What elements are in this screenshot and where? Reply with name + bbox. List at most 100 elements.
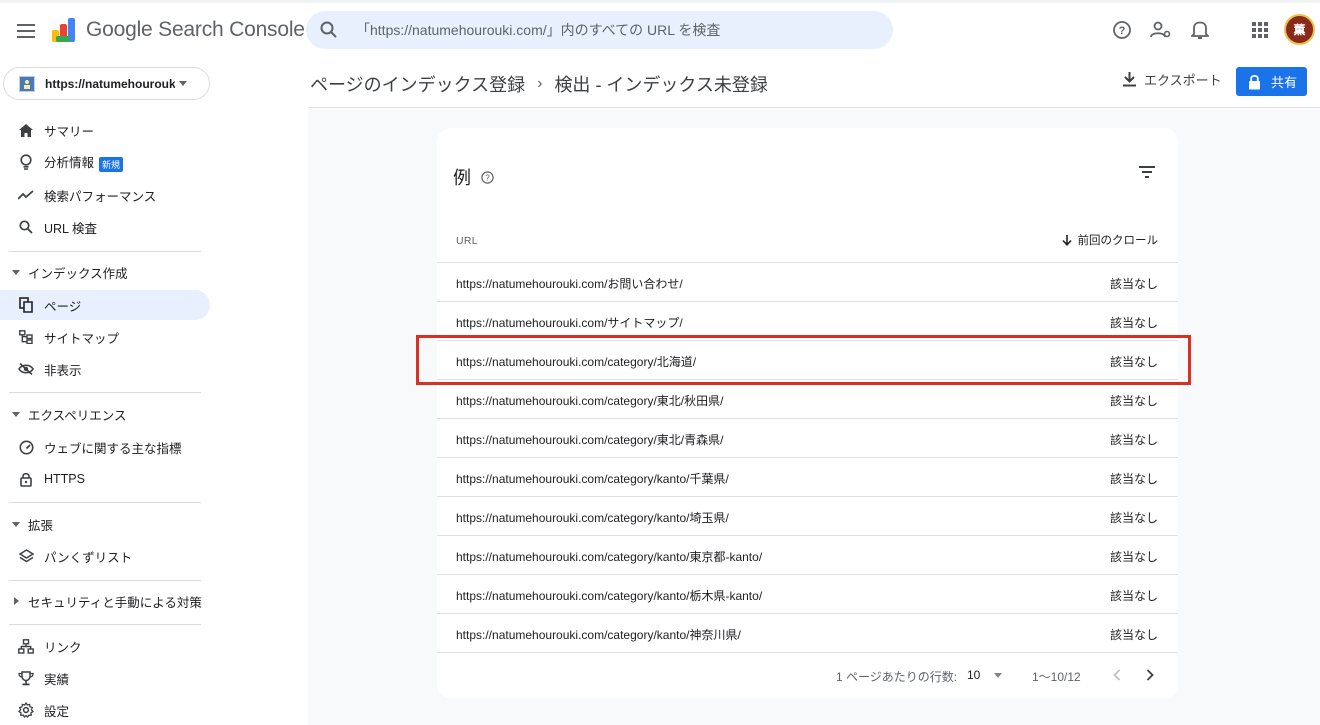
account-avatar[interactable]: 薫 — [1284, 14, 1315, 45]
chevron-down-icon — [994, 672, 1003, 678]
help-icon[interactable]: ? — [481, 170, 494, 184]
table-row[interactable]: https://natumehourouki.com/category/kant… — [437, 536, 1178, 575]
sidebar-item-removals[interactable]: 非表示 — [0, 354, 210, 384]
page-header: ページのインデックス登録 › 検出 - インデックス未登録 エクスポート 共有 — [308, 62, 1320, 108]
sidebar-item-label: 分析情報 — [44, 156, 95, 171]
page-range: 1〜10/12 — [1032, 670, 1081, 684]
column-header-last-crawl[interactable]: 前回のクロール — [1061, 232, 1159, 248]
section-label: 拡張 — [28, 518, 54, 533]
home-icon — [17, 121, 35, 139]
apps-grid-icon — [1252, 22, 1268, 38]
sidebar-item-links[interactable]: リンク — [0, 631, 210, 661]
column-header-url[interactable]: URL — [456, 235, 478, 247]
trending-icon — [17, 186, 35, 204]
sitemap-icon — [17, 328, 35, 346]
sidebar-item-sitemaps[interactable]: サイトマップ — [0, 322, 210, 352]
search-icon — [320, 21, 338, 39]
main-menu-button[interactable] — [13, 18, 39, 44]
property-selector[interactable]: https://natumehourouki... — [3, 67, 210, 100]
table-row[interactable]: https://natumehourouki.com/category/北海道/… — [437, 341, 1178, 380]
sidebar-item-label: 検索パフォーマンス — [44, 189, 157, 204]
sidebar-item-settings[interactable]: 設定 — [0, 695, 210, 725]
eye-off-icon — [17, 360, 35, 378]
sidebar-item-label: 非表示 — [44, 363, 82, 378]
sidebar-item-breadcrumbs[interactable]: パンくずリスト — [0, 541, 210, 571]
card-title: 例 ? — [453, 164, 494, 190]
site-favicon-icon — [19, 75, 35, 92]
sidebar-item-insights[interactable]: 分析情報 新規 — [0, 147, 210, 177]
breadcrumb: ページのインデックス登録 › 検出 - インデックス未登録 — [310, 71, 768, 97]
row-url: https://natumehourouki.com/category/kant… — [456, 628, 741, 642]
row-last-crawl: 該当なし — [1109, 277, 1158, 291]
breadcrumb-parent-link[interactable]: ページのインデックス登録 — [310, 71, 525, 97]
url-inspect-search[interactable] — [306, 11, 893, 49]
apps-button[interactable] — [1248, 18, 1272, 42]
table-row[interactable]: https://natumehourouki.com/category/kant… — [437, 614, 1178, 653]
sidebar-item-label-wrap: 分析情報 新規 — [44, 152, 124, 172]
rows-per-page-select[interactable]: 10 — [967, 666, 1007, 684]
section-enhancements-toggle[interactable]: 拡張 — [0, 510, 210, 538]
caret-right-icon — [14, 597, 19, 605]
table-row[interactable]: https://natumehourouki.com/category/kant… — [437, 575, 1178, 614]
help-button[interactable]: ? — [1110, 18, 1134, 42]
row-last-crawl: 該当なし — [1109, 472, 1158, 486]
app-logo[interactable]: Google Search Console — [50, 16, 305, 44]
section-indexing-toggle[interactable]: インデックス作成 — [0, 258, 210, 286]
svg-text:?: ? — [1119, 25, 1126, 37]
section-security-toggle[interactable]: セキュリティと手動による対策 — [0, 587, 210, 615]
new-badge: 新規 — [99, 156, 124, 172]
rows-per-page-value: 10 — [967, 668, 981, 682]
sidebar-divider — [9, 251, 201, 252]
row-url: https://natumehourouki.com/category/kant… — [456, 550, 763, 564]
section-label: エクスペリエンス — [28, 408, 127, 423]
sidebar-item-label: パンくずリスト — [44, 550, 133, 565]
speed-icon — [17, 438, 35, 456]
layers-icon — [17, 547, 35, 565]
search-input[interactable] — [356, 22, 876, 38]
filter-button[interactable] — [1137, 164, 1157, 180]
table-row[interactable]: https://natumehourouki.com/category/東北/秋… — [437, 380, 1178, 419]
sidebar-item-label: サイトマップ — [44, 331, 120, 346]
table-row[interactable]: https://natumehourouki.com/category/kant… — [437, 497, 1178, 536]
export-button[interactable]: エクスポート — [1123, 70, 1222, 89]
table-row[interactable]: https://natumehourouki.com/サイトマップ/ 該当なし — [437, 302, 1178, 341]
row-url: https://natumehourouki.com/category/kant… — [456, 511, 729, 525]
sidebar-divider — [9, 580, 201, 581]
row-url: https://natumehourouki.com/サイトマップ/ — [456, 316, 683, 330]
row-last-crawl: 該当なし — [1109, 550, 1158, 564]
share-label: 共有 — [1271, 75, 1298, 90]
table-row[interactable]: https://natumehourouki.com/お問い合わせ/ 該当なし — [437, 263, 1178, 302]
row-last-crawl: 該当なし — [1109, 316, 1158, 330]
examples-card: 例 ? URL 前回のクロール https://natumehourouki.c… — [437, 128, 1178, 698]
sidebar-item-pages[interactable]: ページ — [0, 290, 210, 320]
sidebar-item-core-web-vitals[interactable]: ウェブに関する主な指標 — [0, 432, 210, 462]
filter-list-icon — [1139, 166, 1155, 178]
search-icon — [17, 218, 35, 236]
sidebar-item-label: 実績 — [44, 672, 70, 687]
sidebar-divider — [9, 502, 201, 503]
column-header-label: 前回のクロール — [1077, 235, 1159, 247]
sidebar-item-summary[interactable]: サマリー — [0, 115, 210, 145]
sidebar-item-url-inspection[interactable]: URL 検査 — [0, 212, 210, 242]
row-url: https://natumehourouki.com/category/東北/青… — [456, 433, 724, 447]
row-url: https://natumehourouki.com/category/kant… — [456, 589, 763, 603]
table-row[interactable]: https://natumehourouki.com/category/kant… — [437, 458, 1178, 497]
row-last-crawl: 該当なし — [1109, 355, 1158, 369]
links-icon — [17, 637, 35, 655]
manage-users-button[interactable] — [1149, 18, 1173, 42]
share-button[interactable]: 共有 — [1236, 67, 1307, 96]
sidebar-divider — [9, 392, 201, 393]
caret-down-icon — [12, 269, 20, 275]
notifications-button[interactable] — [1188, 18, 1212, 42]
table-row[interactable]: https://natumehourouki.com/category/東北/青… — [437, 419, 1178, 458]
next-page-button[interactable] — [1140, 664, 1160, 686]
row-last-crawl: 該当なし — [1109, 511, 1158, 525]
caret-down-icon — [12, 411, 20, 417]
examples-title: 例 — [453, 168, 471, 188]
sidebar-item-performance[interactable]: 検索パフォーマンス — [0, 180, 210, 210]
row-last-crawl: 該当なし — [1109, 394, 1158, 408]
sidebar-item-achievements[interactable]: 実績 — [0, 663, 210, 693]
sidebar-item-https[interactable]: HTTPS — [0, 464, 210, 494]
previous-page-button[interactable] — [1107, 664, 1127, 686]
section-experience-toggle[interactable]: エクスペリエンス — [0, 400, 210, 428]
